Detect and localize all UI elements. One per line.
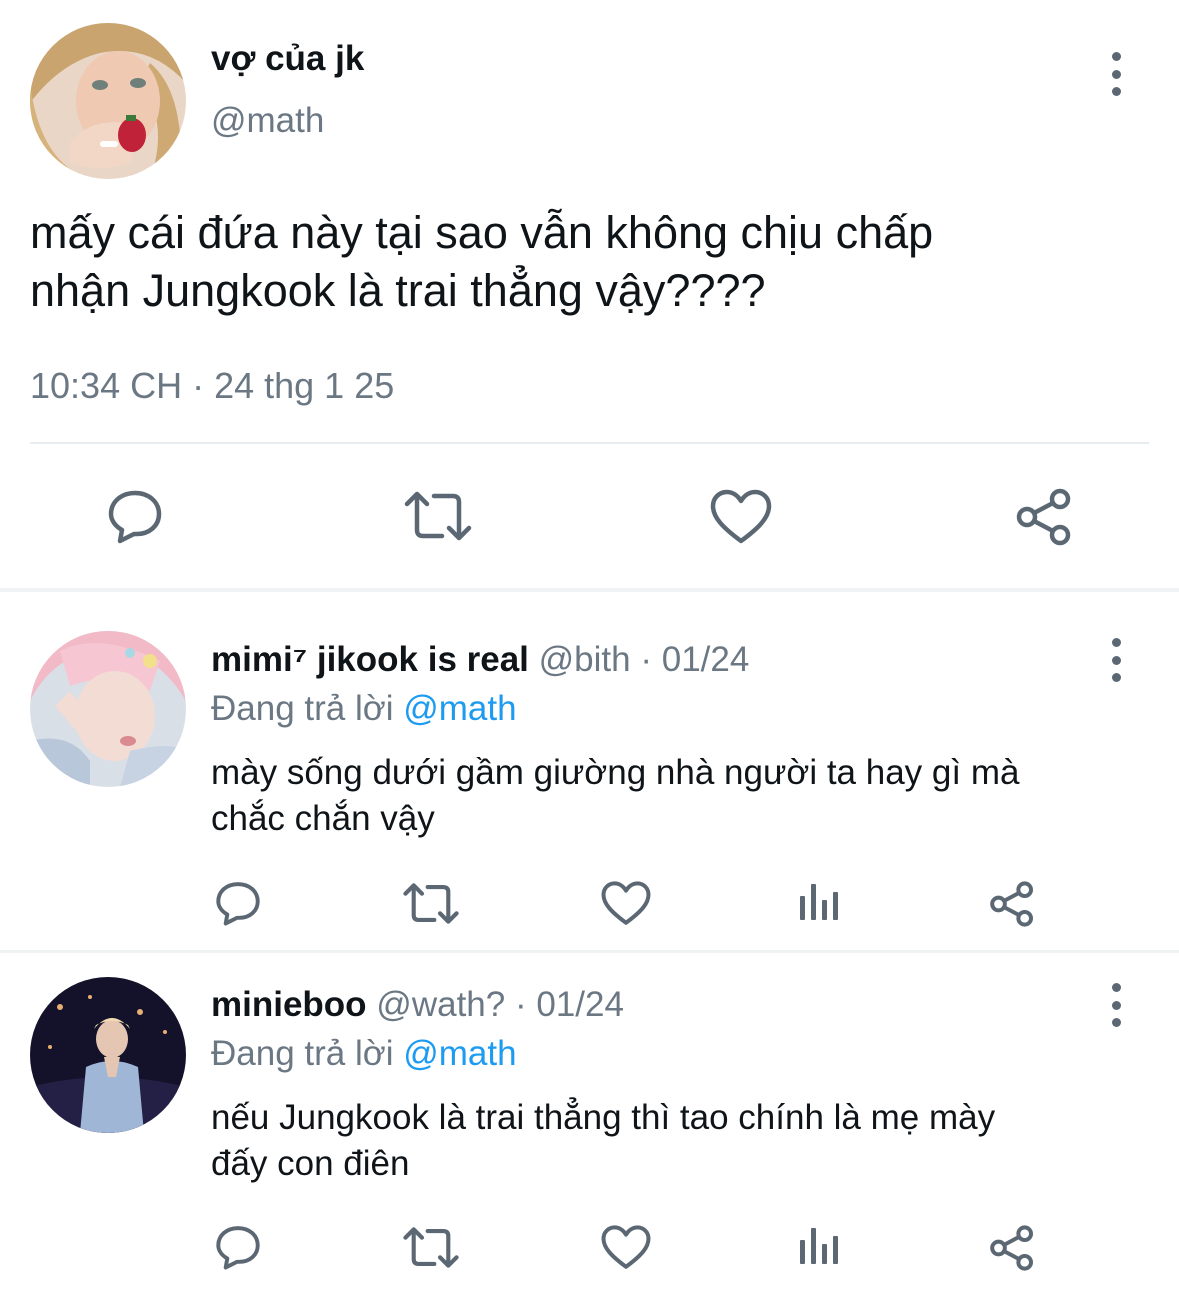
retweet-icon[interactable] xyxy=(403,882,459,925)
views-icon[interactable] xyxy=(799,1226,839,1266)
replying-to-handle[interactable]: @math xyxy=(403,1034,516,1073)
reply-text-line: nếu Jungkook là trai thẳng thì tao chính… xyxy=(211,1098,996,1137)
tweet-text: mấy cái đứa này tại sao vẫn không chịu c… xyxy=(30,204,1150,320)
reply-text: nếu Jungkook là trai thẳng thì tao chính… xyxy=(211,1095,1151,1187)
reply-date: · 01/24 xyxy=(514,985,624,1024)
retweet-icon[interactable] xyxy=(404,490,472,542)
more-options-icon[interactable] xyxy=(1101,638,1131,682)
reply-header: mimi⁷ jikook is real @bith · 01/24 xyxy=(211,639,749,681)
handle[interactable]: @math xyxy=(211,100,324,142)
reply-icon[interactable] xyxy=(107,488,163,544)
more-options-icon[interactable] xyxy=(1101,52,1131,96)
display-name[interactable]: mimi⁷ jikook is real xyxy=(211,640,529,679)
replying-to: Đang trả lời @math xyxy=(211,1033,517,1075)
replying-to: Đang trả lời @math xyxy=(211,688,517,730)
reply-date: · 01/24 xyxy=(640,640,750,679)
avatar[interactable] xyxy=(30,977,186,1133)
share-icon[interactable] xyxy=(989,1225,1035,1271)
reply-text-line: đấy con điên xyxy=(211,1144,410,1183)
handle[interactable]: @wath? xyxy=(376,985,505,1024)
retweet-icon[interactable] xyxy=(403,1226,459,1269)
replying-to-handle[interactable]: @math xyxy=(403,689,516,728)
reply-text-line: mày sống dưới gầm giường nhà người ta ha… xyxy=(211,753,1020,792)
reply-text-line: chắc chắn vậy xyxy=(211,799,435,838)
section-divider xyxy=(0,950,1179,953)
like-icon[interactable] xyxy=(601,1225,651,1270)
display-name[interactable]: minieboo xyxy=(211,985,367,1024)
more-options-icon[interactable] xyxy=(1101,983,1131,1027)
share-icon[interactable] xyxy=(1015,488,1073,546)
section-divider xyxy=(0,588,1179,592)
reply-text: mày sống dưới gầm giường nhà người ta ha… xyxy=(211,750,1151,842)
reply-icon[interactable] xyxy=(215,1224,261,1270)
handle[interactable]: @bith xyxy=(539,640,631,679)
views-icon[interactable] xyxy=(799,882,839,922)
reply-icon[interactable] xyxy=(215,880,261,926)
replying-to-label: Đang trả lời xyxy=(211,1034,394,1073)
main-tweet-divider xyxy=(30,442,1149,444)
tweet-text-line: nhận Jungkook là trai thẳng vậy???? xyxy=(30,265,766,316)
share-icon[interactable] xyxy=(989,881,1035,927)
avatar[interactable] xyxy=(30,23,186,179)
like-icon[interactable] xyxy=(710,489,772,545)
timestamp[interactable]: 10:34 CH · 24 thg 1 25 xyxy=(30,364,394,408)
display-name[interactable]: vợ của jk xyxy=(211,38,364,80)
reply-header: minieboo @wath? · 01/24 xyxy=(211,984,624,1026)
replying-to-label: Đang trả lời xyxy=(211,689,394,728)
like-icon[interactable] xyxy=(601,881,651,926)
tweet-text-line: mấy cái đứa này tại sao vẫn không chịu c… xyxy=(30,207,934,258)
avatar[interactable] xyxy=(30,631,186,787)
